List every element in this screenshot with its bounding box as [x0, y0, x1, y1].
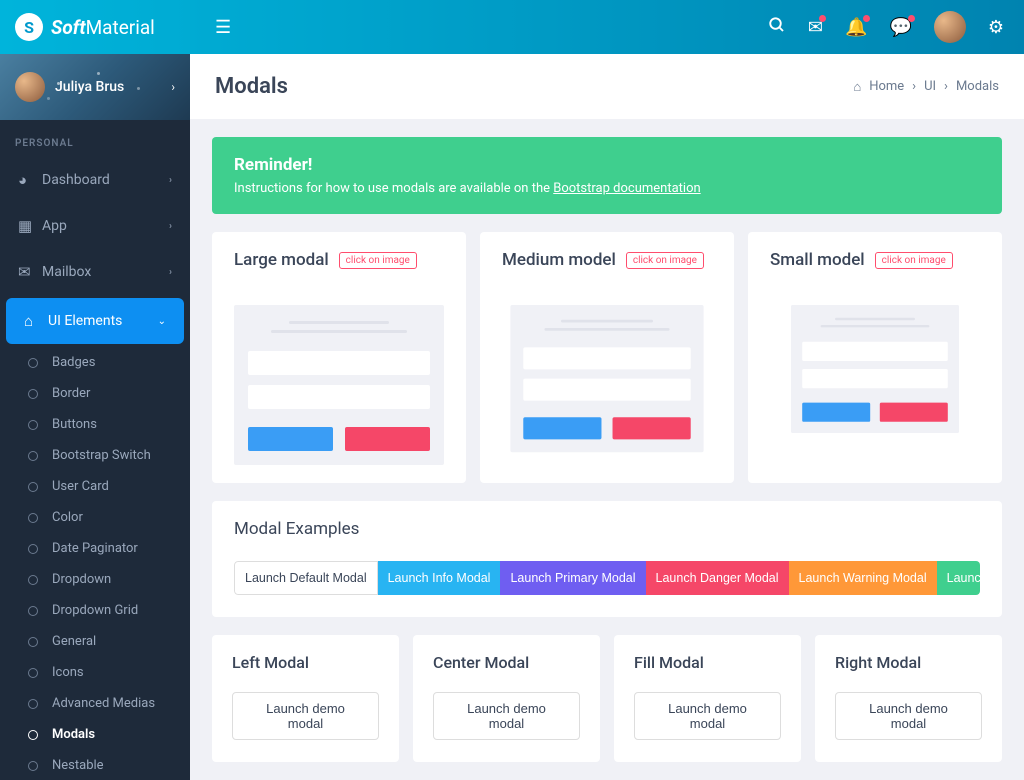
card-small-modal: Small model click on image — [748, 232, 1002, 483]
card-fill-modal: Fill Modal Launch demo modal — [614, 635, 801, 762]
card-medium-modal: Medium model click on image — [480, 232, 734, 483]
sidebar-sub-advanced-medias[interactable]: Advanced Medias — [0, 688, 190, 719]
chat-icon[interactable]: 💬 — [889, 17, 911, 38]
breadcrumb-home[interactable]: Home — [869, 79, 904, 94]
envelope-icon: ✉ — [18, 263, 42, 281]
profile-name: Juliya Brus — [55, 79, 161, 95]
laptop-icon: ⌂ — [24, 312, 48, 330]
sidebar: Juliya Brus › PERSONAL ◕ Dashboard › ▦ A… — [0, 54, 190, 780]
click-badge[interactable]: click on image — [339, 252, 417, 269]
breadcrumb-modals: Modals — [956, 79, 999, 94]
home-icon: ⌂ — [853, 79, 861, 95]
breadcrumb: ⌂ Home › UI › Modals — [853, 79, 999, 95]
modal-thumb-large[interactable] — [234, 305, 444, 465]
sidebar-sub-badges[interactable]: Badges — [0, 347, 190, 378]
modal-thumb-small[interactable] — [791, 305, 959, 433]
gear-icon[interactable]: ⚙ — [988, 17, 1004, 38]
btn-launch-default[interactable]: Launch Default Modal — [234, 561, 378, 595]
card-title-left: Left Modal — [232, 653, 379, 672]
card-right-modal: Right Modal Launch demo modal — [815, 635, 1002, 762]
alert-title: Reminder! — [234, 155, 980, 175]
card-title-small: Small model — [770, 250, 865, 270]
btn-demo-fill[interactable]: Launch demo modal — [634, 692, 781, 740]
btn-launch-danger[interactable]: Launch Danger Modal — [646, 561, 789, 595]
card-title-medium: Medium model — [502, 250, 616, 270]
breadcrumb-ui[interactable]: UI — [924, 79, 936, 94]
user-avatar[interactable] — [934, 11, 966, 43]
btn-launch-warning[interactable]: Launch Warning Modal — [789, 561, 937, 595]
sidebar-sub-dropdown-grid[interactable]: Dropdown Grid — [0, 595, 190, 626]
search-icon[interactable] — [768, 16, 786, 39]
logo-text: SoftMaterial — [51, 16, 155, 39]
example-button-group: Launch Default Modal Launch Info Modal L… — [234, 561, 980, 595]
mail-icon[interactable]: ✉ — [808, 17, 823, 38]
chevron-right-icon: › — [169, 221, 172, 232]
card-title-right: Right Modal — [835, 653, 982, 672]
sidebar-sub-user-card[interactable]: User Card — [0, 471, 190, 502]
chevron-right-icon: › — [171, 80, 175, 94]
card-title-large: Large modal — [234, 250, 329, 270]
menu-toggle-icon[interactable]: ☰ — [215, 17, 231, 38]
sidebar-sub-nestable[interactable]: Nestable — [0, 750, 190, 780]
top-header: S SoftMaterial ☰ ✉ 🔔 💬 ⚙ — [0, 0, 1024, 54]
card-left-modal: Left Modal Launch demo modal — [212, 635, 399, 762]
card-title-center: Center Modal — [433, 653, 580, 672]
sidebar-item-dashboard[interactable]: ◕ Dashboard › — [0, 157, 190, 203]
sidebar-sub-buttons[interactable]: Buttons — [0, 409, 190, 440]
btn-launch-success[interactable]: Launch Success Modal — [937, 561, 980, 595]
dashboard-icon: ◕ — [18, 171, 42, 189]
card-large-modal: Large modal click on image — [212, 232, 466, 483]
btn-launch-info[interactable]: Launch Info Modal — [378, 561, 501, 595]
chevron-right-icon: › — [169, 267, 172, 278]
bell-icon[interactable]: 🔔 — [845, 17, 867, 38]
alert-reminder: Reminder! Instructions for how to use mo… — [212, 137, 1002, 214]
btn-demo-left[interactable]: Launch demo modal — [232, 692, 379, 740]
sidebar-sub-date-paginator[interactable]: Date Paginator — [0, 533, 190, 564]
sidebar-item-mailbox[interactable]: ✉ Mailbox › — [0, 249, 190, 295]
click-badge[interactable]: click on image — [875, 252, 953, 269]
card-title-fill: Fill Modal — [634, 653, 781, 672]
grid-icon: ▦ — [18, 217, 42, 235]
page-title: Modals — [215, 74, 288, 99]
modal-thumb-medium[interactable] — [510, 305, 703, 452]
examples-title: Modal Examples — [234, 519, 980, 539]
logo-area[interactable]: S SoftMaterial — [0, 13, 190, 41]
card-center-modal: Center Modal Launch demo modal — [413, 635, 600, 762]
sidebar-sub-icons[interactable]: Icons — [0, 657, 190, 688]
sidebar-sub-bootstrap-switch[interactable]: Bootstrap Switch — [0, 440, 190, 471]
sidebar-sub-modals[interactable]: Modals — [0, 719, 190, 750]
logo-icon: S — [15, 13, 43, 41]
btn-demo-right[interactable]: Launch demo modal — [835, 692, 982, 740]
profile-avatar — [15, 72, 45, 102]
alert-doc-link[interactable]: Bootstrap documentation — [553, 181, 700, 196]
alert-text: Instructions for how to use modals are a… — [234, 181, 980, 196]
sidebar-sub-general[interactable]: General — [0, 626, 190, 657]
chevron-down-icon: ⌄ — [158, 316, 166, 327]
sidebar-sub-border[interactable]: Border — [0, 378, 190, 409]
btn-demo-center[interactable]: Launch demo modal — [433, 692, 580, 740]
click-badge[interactable]: click on image — [626, 252, 704, 269]
card-modal-examples: Modal Examples Launch Default Modal Laun… — [212, 501, 1002, 617]
user-profile[interactable]: Juliya Brus › — [0, 54, 190, 120]
sidebar-sub-color[interactable]: Color — [0, 502, 190, 533]
btn-launch-primary[interactable]: Launch Primary Modal — [500, 561, 645, 595]
sidebar-section-personal: PERSONAL — [0, 120, 190, 157]
chevron-right-icon: › — [169, 175, 172, 186]
sidebar-item-app[interactable]: ▦ App › — [0, 203, 190, 249]
page-header: Modals ⌂ Home › UI › Modals — [190, 54, 1024, 119]
sidebar-item-ui-elements[interactable]: ⌂ UI Elements ⌄ — [6, 298, 184, 344]
main-content: Modals ⌂ Home › UI › Modals Reminder! In… — [190, 54, 1024, 780]
sidebar-sub-dropdown[interactable]: Dropdown — [0, 564, 190, 595]
